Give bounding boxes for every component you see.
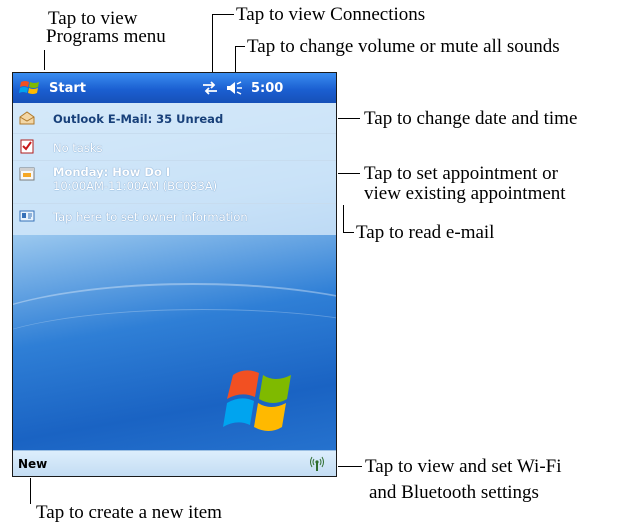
callout-volume: Tap to change volume or mute all sounds	[247, 36, 560, 57]
connections-icon[interactable]	[201, 80, 219, 96]
tasks-icon	[20, 139, 34, 154]
navigation-bar: Start 5:00	[13, 73, 336, 103]
leader-connections-h	[212, 14, 234, 15]
menu-bar: New	[13, 450, 336, 476]
leader-programs	[44, 50, 45, 70]
tasks-summary: No tasks	[53, 141, 103, 155]
leader-email-v	[343, 205, 344, 233]
leader-new	[30, 478, 31, 504]
today-divider	[13, 203, 336, 204]
today-divider	[13, 160, 336, 161]
clock[interactable]: 5:00	[251, 81, 283, 96]
device-screen: Start 5:00 Outlook E-Mail: 35 Unread No …	[12, 72, 337, 477]
envelope-icon	[19, 111, 35, 125]
leader-email-h	[343, 232, 354, 233]
callout-appointment-line2: view existing appointment	[364, 183, 566, 204]
windows-logo	[223, 370, 291, 431]
owner-info-text: Tap here to set owner information	[53, 210, 248, 224]
leader-volume-h	[235, 46, 245, 47]
speaker-icon[interactable]	[225, 80, 243, 96]
today-divider	[13, 133, 336, 134]
wireless-icon[interactable]	[309, 456, 325, 472]
callout-datetime: Tap to change date and time	[364, 108, 578, 129]
today-email-row[interactable]: Outlook E-Mail: 35 Unread	[13, 109, 336, 131]
leader-appointment	[338, 173, 360, 174]
today-panel: Outlook E-Mail: 35 Unread No tasks Monda…	[13, 103, 336, 235]
new-button[interactable]: New	[18, 457, 47, 471]
calendar-icon	[19, 167, 35, 181]
leader-datetime	[338, 118, 360, 119]
windows-flag-icon[interactable]	[19, 78, 41, 98]
callout-new-item: Tap to create a new item	[36, 502, 222, 523]
today-calendar-row[interactable]: Monday: How Do I 10:00AM-11:00AM (BC083A…	[13, 163, 336, 199]
owner-card-icon	[19, 210, 35, 222]
callout-wifi-line1: Tap to view and set Wi-Fi	[365, 456, 562, 477]
leader-connections-v	[212, 14, 213, 72]
start-button-label[interactable]: Start	[49, 81, 86, 96]
leader-wifi	[338, 466, 362, 467]
callout-appointment-line1: Tap to set appointment or	[364, 163, 558, 184]
appointment-detail: 10:00AM-11:00AM (BC083A)	[53, 179, 218, 193]
callout-wifi-line2: and Bluetooth settings	[369, 482, 539, 503]
email-summary: Outlook E-Mail: 35 Unread	[53, 112, 224, 126]
callout-email: Tap to read e-mail	[356, 222, 495, 243]
appointment-title: Monday: How Do I	[53, 165, 171, 179]
callout-programs-menu-line2: Programs menu	[46, 26, 166, 47]
leader-volume-v	[235, 46, 236, 72]
callout-connections: Tap to view Connections	[236, 4, 426, 25]
today-tasks-row[interactable]: No tasks	[13, 135, 336, 157]
today-owner-row[interactable]: Tap here to set owner information	[13, 207, 336, 229]
